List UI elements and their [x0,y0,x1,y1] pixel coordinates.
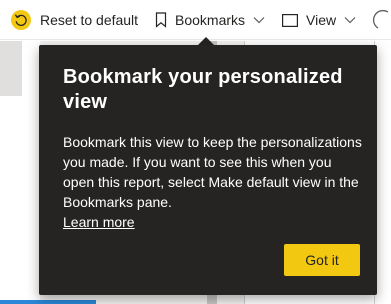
bookmarks-menu-button[interactable]: Bookmarks [155,0,265,40]
chevron-down-icon [344,16,356,24]
page-tab-indicator [0,300,96,304]
more-options-button[interactable] [372,0,391,40]
bookmark-coachmark: Bookmark your personalized view Bookmark… [39,45,377,295]
view-menu-button[interactable]: View [282,0,356,40]
report-toolbar: Reset to default Bookmarks View [0,0,391,40]
coachmark-title: Bookmark your personalized view [63,66,343,113]
bookmark-icon [155,12,167,28]
left-pane-strip [0,41,22,96]
view-window-icon [282,13,298,27]
undo-circle-icon [10,9,32,31]
got-it-button[interactable]: Got it [284,244,360,276]
coachmark-body: Bookmark this view to keep the personali… [63,134,362,210]
reset-to-default-label: Reset to default [40,12,139,28]
bookmarks-label: Bookmarks [175,12,246,28]
reset-to-default-button[interactable]: Reset to default [10,0,138,40]
learn-more-link[interactable]: Learn more [63,212,135,232]
more-icon [372,10,391,30]
view-label: View [306,12,337,28]
chevron-down-icon [253,16,265,24]
